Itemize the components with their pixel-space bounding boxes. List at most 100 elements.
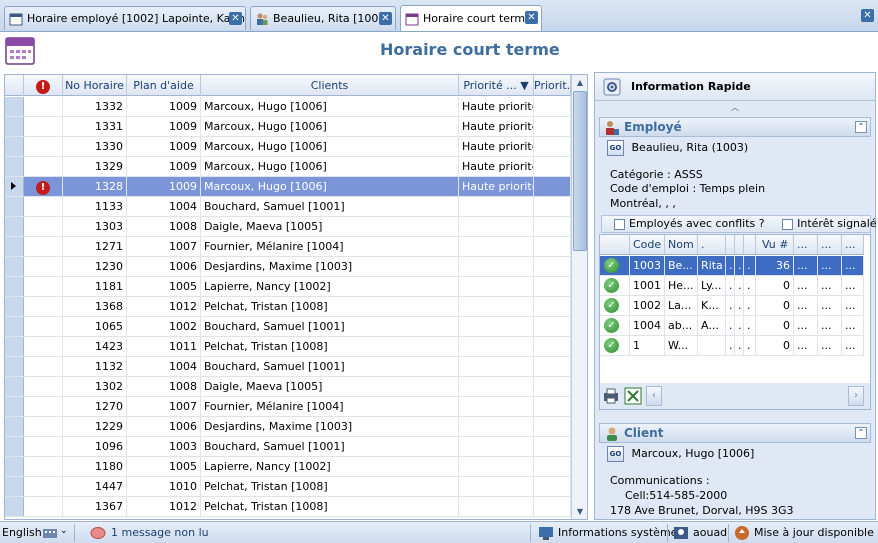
employee-a-cell: .: [726, 256, 735, 275]
keyboard-icon[interactable]: [42, 525, 58, 541]
current-user[interactable]: aouad: [693, 526, 727, 539]
close-icon[interactable]: ✕: [525, 11, 538, 24]
table-row[interactable]: 1329 1009 Marcoux, Hugo [1006] Haute priori…: [5, 157, 571, 177]
table-row[interactable]: 1330 1009 Marcoux, Hugo [1006] Haute priori…: [5, 137, 571, 157]
employee-d-cell: ...: [794, 256, 818, 275]
emp-col-prenom[interactable]: .: [698, 235, 726, 255]
column-header-priorite[interactable]: Priorit...: [534, 75, 571, 96]
row-selector[interactable]: [5, 317, 24, 336]
row-selector[interactable]: [5, 177, 24, 196]
go-button[interactable]: GO: [607, 140, 624, 156]
table-row[interactable]: 1332 1009 Marcoux, Hugo [1006] Haute priori…: [5, 97, 571, 117]
row-selector[interactable]: [5, 337, 24, 356]
table-row[interactable]: 1230 1006 Desjardins, Maxime [1003]: [5, 257, 571, 277]
tab-beaulieu-rita[interactable]: Beaulieu, Rita [1003] ✕: [250, 6, 396, 30]
client-cell: Marcoux, Hugo [1006]: [201, 157, 459, 176]
table-row[interactable]: 1367 1012 Pelchat, Tristan [1008]: [5, 497, 571, 517]
close-icon[interactable]: ✕: [379, 12, 392, 25]
emp-col-b[interactable]: [735, 235, 744, 255]
emp-col-a[interactable]: [726, 235, 735, 255]
checkbox-interest[interactable]: [782, 218, 794, 230]
row-selector[interactable]: [5, 457, 24, 476]
row-selector[interactable]: [5, 417, 24, 436]
scroll-right-icon[interactable]: ›: [848, 386, 864, 406]
unread-message-link[interactable]: 1 message non lu: [111, 526, 209, 539]
collapse-icon[interactable]: ⌃: [855, 121, 867, 133]
table-row[interactable]: 1180 1005 Lapierre, Nancy [1002]: [5, 457, 571, 477]
row-selector[interactable]: [5, 217, 24, 236]
row-selector[interactable]: [5, 297, 24, 316]
row-selector[interactable]: [5, 477, 24, 496]
emp-col-nom[interactable]: Nom: [665, 235, 698, 255]
employee-row[interactable]: ✓ 1 W...... 0.........: [600, 336, 864, 356]
checkbox-conflicts[interactable]: [614, 218, 625, 230]
emp-col-vu[interactable]: Vu #: [756, 235, 794, 255]
emp-col-d[interactable]: ...: [794, 235, 818, 255]
client-section-header[interactable]: Client ⌃: [599, 423, 871, 443]
emp-col-f[interactable]: ...: [842, 235, 864, 255]
table-row[interactable]: 1132 1004 Bouchard, Samuel [1001]: [5, 357, 571, 377]
emp-col-e[interactable]: ...: [818, 235, 842, 255]
row-selector[interactable]: [5, 257, 24, 276]
row-selector[interactable]: [5, 97, 24, 116]
row-selector[interactable]: [5, 377, 24, 396]
row-selector[interactable]: [5, 397, 24, 416]
table-row[interactable]: 1447 1010 Pelchat, Tristan [1008]: [5, 477, 571, 497]
scroll-left-icon[interactable]: ‹: [646, 386, 662, 406]
column-header-error[interactable]: !: [24, 75, 63, 96]
table-row[interactable]: 1303 1008 Daigle, Maeva [1005]: [5, 217, 571, 237]
excel-export-icon[interactable]: [624, 387, 642, 405]
vertical-scrollbar[interactable]: ▲ ▼: [571, 75, 587, 519]
table-row[interactable]: 1270 1007 Fournier, Mélanire [1004]: [5, 397, 571, 417]
close-icon[interactable]: ✕: [229, 12, 242, 25]
table-row[interactable]: 1181 1005 Lapierre, Nancy [1002]: [5, 277, 571, 297]
collapse-up-icon[interactable]: ︿: [595, 102, 875, 114]
employee-row[interactable]: ✓ 1004 ab... A...... 0.........: [600, 316, 864, 336]
language-selector[interactable]: English: [2, 526, 42, 539]
tab-horaire-employe[interactable]: Horaire employé [1002] Lapointe, Karine …: [4, 6, 246, 30]
column-header-clients[interactable]: Clients: [201, 75, 459, 96]
scroll-thumb[interactable]: [573, 91, 587, 251]
row-selector[interactable]: [5, 137, 24, 156]
row-selector[interactable]: [5, 237, 24, 256]
collapse-icon[interactable]: ⌃: [855, 427, 867, 439]
column-header-no-horaire[interactable]: No Horaire: [63, 75, 127, 96]
table-row[interactable]: 1302 1008 Daigle, Maeva [1005]: [5, 377, 571, 397]
employee-row[interactable]: ✓ 1002 La... K...... 0.........: [600, 296, 864, 316]
row-selector[interactable]: [5, 117, 24, 136]
row-selector[interactable]: [5, 437, 24, 456]
employee-row[interactable]: ✓ 1003 Be... Rita... 36.........: [600, 256, 864, 276]
table-row[interactable]: 1368 1012 Pelchat, Tristan [1008]: [5, 297, 571, 317]
table-row[interactable]: 1096 1003 Bouchard, Samuel [1001]: [5, 437, 571, 457]
go-button[interactable]: GO: [607, 446, 624, 462]
row-selector[interactable]: [5, 497, 24, 516]
row-selector[interactable]: [5, 197, 24, 216]
priority-cell: [459, 357, 534, 376]
tab-horaire-court-terme[interactable]: Horaire court terme ✕: [400, 5, 542, 31]
row-selector[interactable]: [5, 157, 24, 176]
row-selector[interactable]: [5, 357, 24, 376]
close-window-icon[interactable]: ✕: [861, 9, 874, 22]
table-row[interactable]: 1331 1009 Marcoux, Hugo [1006] Haute priori…: [5, 117, 571, 137]
employee-row[interactable]: ✓ 1001 He... Ly...... 0.........: [600, 276, 864, 296]
emp-col-c[interactable]: [744, 235, 756, 255]
table-row[interactable]: 1271 1007 Fournier, Mélanire [1004]: [5, 237, 571, 257]
chevron-down-icon[interactable]: ⌄: [60, 526, 68, 536]
employee-vu-cell: 0: [756, 296, 794, 315]
scroll-down-icon[interactable]: ▼: [573, 505, 587, 519]
emp-col-code[interactable]: Code: [630, 235, 665, 255]
table-row[interactable]: 1423 1011 Pelchat, Tristan [1008]: [5, 337, 571, 357]
column-header-priorite-sorted[interactable]: Priorité ... ▼: [459, 75, 534, 96]
scroll-up-icon[interactable]: ▲: [573, 76, 587, 90]
table-row[interactable]: 1229 1006 Desjardins, Maxime [1003]: [5, 417, 571, 437]
employee-section-header[interactable]: Employé ⌃: [599, 117, 871, 137]
row-selector[interactable]: [5, 277, 24, 296]
print-icon[interactable]: [602, 387, 620, 405]
table-row[interactable]: ! 1328 1009 Marcoux, Hugo [1006] Haute prior…: [5, 177, 571, 197]
priority2-cell: [534, 337, 571, 356]
table-row[interactable]: 1065 1002 Bouchard, Samuel [1001]: [5, 317, 571, 337]
column-header-plan-aide[interactable]: Plan d'aide: [127, 75, 201, 96]
system-info-button[interactable]: Informations système: [558, 526, 677, 539]
table-row[interactable]: 1133 1004 Bouchard, Samuel [1001]: [5, 197, 571, 217]
update-available-link[interactable]: Mise à jour disponible: [754, 526, 874, 539]
